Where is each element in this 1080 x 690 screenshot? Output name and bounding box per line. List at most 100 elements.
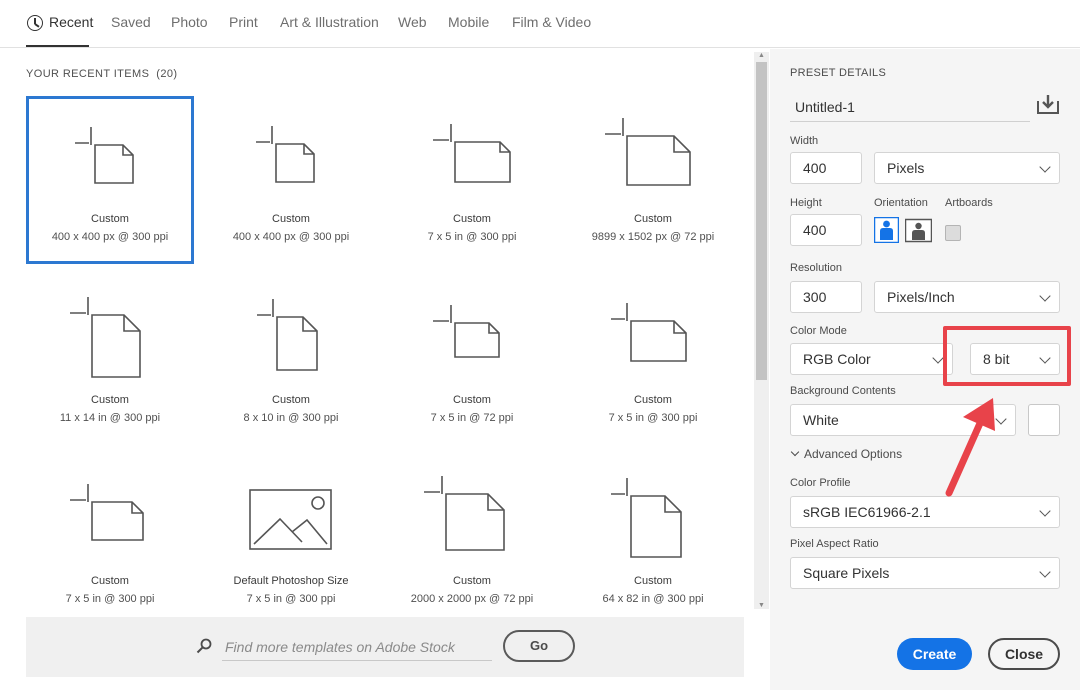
preset-item-size: 7 x 5 in @ 300 ppi	[427, 231, 517, 243]
preset-category-tabs: Recent Saved Photo Print Art & Illustrat…	[0, 0, 1080, 48]
save-preset-icon[interactable]	[1036, 93, 1060, 115]
preset-item-name: Custom	[634, 394, 672, 406]
color-mode-select[interactable]: RGB Color	[790, 343, 953, 375]
resolution-unit-select[interactable]: Pixels/Inch	[874, 281, 1060, 313]
preset-item[interactable]: Custom 7 x 5 in @ 300 ppi	[388, 96, 556, 264]
preset-item-name: Custom	[453, 213, 491, 225]
background-contents-value: White	[803, 412, 839, 428]
color-profile-label: Color Profile	[790, 477, 851, 489]
document-name-input[interactable]	[790, 92, 1030, 122]
resolution-label: Resolution	[790, 262, 842, 274]
recent-items-title: YOUR RECENT ITEMS	[26, 68, 150, 80]
preset-item-name: Custom	[453, 575, 491, 587]
height-input[interactable]: 400	[790, 214, 862, 246]
preset-item[interactable]: Custom 11 x 14 in @ 300 ppi	[26, 277, 194, 445]
advanced-options-label: Advanced Options	[804, 447, 903, 461]
preset-item[interactable]: Custom 7 x 5 in @ 300 ppi	[569, 277, 737, 445]
preset-item-name: Default Photoshop Size	[233, 575, 349, 587]
clock-icon	[27, 15, 43, 31]
go-button[interactable]: Go	[503, 630, 575, 662]
preset-item-name: Custom	[272, 213, 310, 225]
preset-item[interactable]: Custom 64 x 82 in @ 300 ppi	[569, 458, 737, 626]
preset-item-size: 400 x 400 px @ 300 ppi	[51, 231, 169, 243]
scroll-down-icon[interactable]: ▼	[758, 602, 765, 609]
create-button[interactable]: Create	[897, 638, 972, 670]
recent-items-heading: YOUR RECENT ITEMS (20)	[26, 68, 177, 80]
recent-items-scrollbar[interactable]: ▲ ▼	[754, 52, 769, 609]
resolution-unit-value: Pixels/Inch	[887, 289, 955, 305]
resolution-input[interactable]: 300	[790, 281, 862, 313]
preset-item-name: Custom	[634, 213, 672, 225]
advanced-options-toggle[interactable]: Advanced Options	[790, 447, 902, 461]
chevron-down-icon	[1039, 566, 1051, 578]
portrait-orientation-icon[interactable]	[874, 217, 899, 243]
recent-items-panel: YOUR RECENT ITEMS (20) Custom 400 x 400 …	[0, 49, 770, 690]
color-profile-value: sRGB IEC61966-2.1	[803, 504, 931, 520]
preset-item-size: 64 x 82 in @ 300 ppi	[602, 593, 704, 605]
preset-item-size: 7 x 5 in @ 300 ppi	[246, 593, 336, 605]
width-unit-select[interactable]: Pixels	[874, 152, 1060, 184]
landscape-orientation-icon[interactable]	[905, 217, 932, 243]
chevron-down-icon	[932, 352, 944, 364]
tab-film-video[interactable]: Film & Video	[512, 14, 591, 30]
preset-item-size: 7 x 5 in @ 300 ppi	[65, 593, 155, 605]
height-label: Height	[790, 197, 822, 209]
preset-item[interactable]: Custom 7 x 5 in @ 72 ppi	[388, 277, 556, 445]
preset-item-size: 400 x 400 px @ 300 ppi	[232, 231, 350, 243]
pixel-aspect-value: Square Pixels	[803, 565, 890, 581]
preset-item-name: Custom	[272, 394, 310, 406]
recent-items-count: (20)	[156, 68, 178, 80]
tab-recent[interactable]: Recent	[49, 14, 93, 30]
preset-item[interactable]: Default Photoshop Size 7 x 5 in @ 300 pp…	[207, 458, 375, 626]
background-contents-label: Background Contents	[790, 385, 896, 397]
active-tab-indicator	[26, 45, 89, 47]
tab-web[interactable]: Web	[398, 14, 427, 30]
preset-item[interactable]: Custom 400 x 400 px @ 300 ppi	[207, 96, 375, 264]
width-input[interactable]: 400	[790, 152, 862, 184]
color-mode-value: RGB Color	[803, 351, 871, 367]
close-button[interactable]: Close	[988, 638, 1060, 670]
preset-item-size: 2000 x 2000 px @ 72 ppi	[410, 593, 534, 605]
tab-photo[interactable]: Photo	[171, 14, 208, 30]
preset-item-size: 11 x 14 in @ 300 ppi	[59, 412, 161, 424]
search-icon	[196, 638, 212, 654]
artboards-label: Artboards	[945, 197, 993, 209]
tab-saved[interactable]: Saved	[111, 14, 151, 30]
preset-item-size: 7 x 5 in @ 300 ppi	[608, 412, 698, 424]
stock-search-bar: Go	[26, 617, 744, 677]
annotation-arrow-icon	[945, 398, 995, 497]
stock-search-input[interactable]	[222, 633, 492, 661]
preset-item-name: Custom	[91, 394, 129, 406]
preset-item-name: Custom	[634, 575, 672, 587]
preset-item[interactable]: Custom 8 x 10 in @ 300 ppi	[207, 277, 375, 445]
preset-item[interactable]: Custom 7 x 5 in @ 300 ppi	[26, 458, 194, 626]
orientation-label: Orientation	[874, 197, 928, 209]
preset-details-heading: PRESET DETAILS	[790, 67, 887, 79]
width-label: Width	[790, 135, 819, 147]
tab-mobile[interactable]: Mobile	[448, 14, 489, 30]
tab-print[interactable]: Print	[229, 14, 258, 30]
chevron-down-icon	[1039, 290, 1051, 302]
preset-item-name: Custom	[453, 394, 491, 406]
preset-item[interactable]: Custom 400 x 400 px @ 300 ppi	[26, 96, 194, 264]
preset-item-size: 9899 x 1502 px @ 72 ppi	[591, 231, 715, 243]
chevron-down-icon	[1039, 505, 1051, 517]
artboards-checkbox[interactable]	[945, 225, 961, 241]
pixel-aspect-label: Pixel Aspect Ratio	[790, 538, 879, 550]
tab-art-illustration[interactable]: Art & Illustration	[280, 14, 379, 30]
preset-item-name: Custom	[91, 213, 129, 225]
preset-item[interactable]: Custom 9899 x 1502 px @ 72 ppi	[569, 96, 737, 264]
background-color-swatch[interactable]	[1028, 404, 1060, 436]
preset-item-size: 7 x 5 in @ 72 ppi	[430, 412, 514, 424]
preset-item-name: Custom	[91, 575, 129, 587]
annotation-highlight-box	[943, 326, 1071, 386]
preset-item-size: 8 x 10 in @ 300 ppi	[243, 412, 339, 424]
color-mode-label: Color Mode	[790, 325, 847, 337]
preset-item[interactable]: Custom 2000 x 2000 px @ 72 ppi	[388, 458, 556, 626]
color-profile-select[interactable]: sRGB IEC61966-2.1	[790, 496, 1060, 528]
scroll-thumb[interactable]	[756, 62, 767, 380]
chevron-down-icon	[1039, 161, 1051, 173]
chevron-down-icon	[790, 447, 800, 457]
pixel-aspect-select[interactable]: Square Pixels	[790, 557, 1060, 589]
scroll-up-icon[interactable]: ▲	[758, 52, 765, 59]
